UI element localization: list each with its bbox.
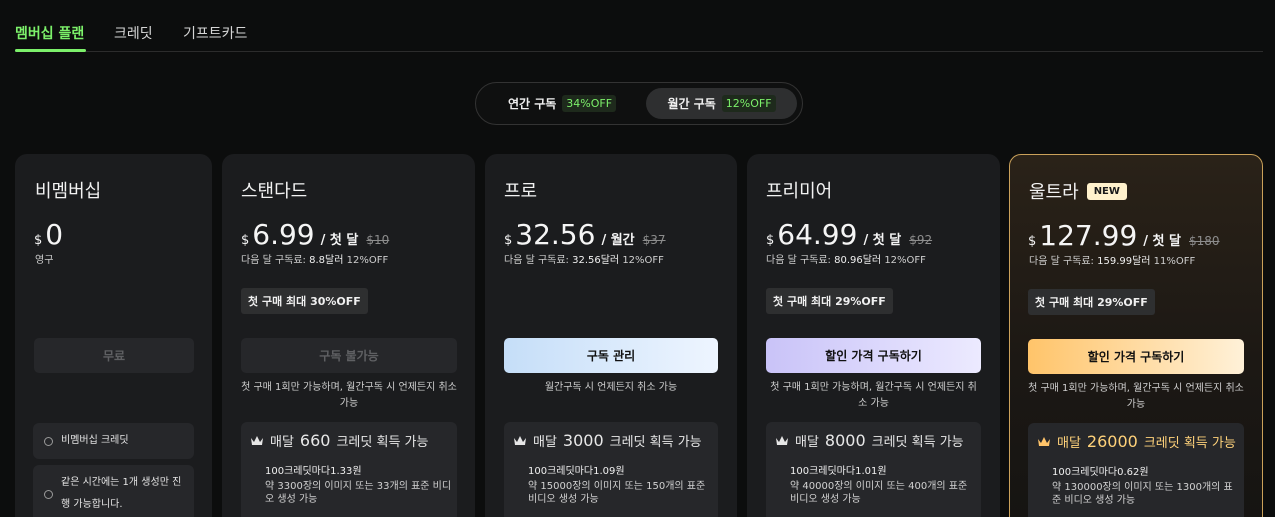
plan-card-pro: 프로 $ 32.56 / 월간 $37 다음 달 구독료: 32.56달러 12… — [485, 154, 737, 517]
price-period: / 첫 달 — [863, 233, 902, 248]
original-price: $10 — [366, 233, 390, 247]
price-amount: 127.99 — [1039, 219, 1138, 252]
plan-card-premier: 프리미어 $ 64.99 / 첫 달 $92 다음 달 구독료: 80.96달러… — [747, 154, 1000, 517]
subscribe-discount-button[interactable]: 할인 가격 구독하기 — [1028, 339, 1244, 374]
price-row: $ 6.99 / 첫 달 $10 — [241, 218, 389, 251]
price-amount: 6.99 — [252, 218, 315, 251]
credit-headline: 매달 660 크레딧 획득 가능 — [250, 431, 428, 450]
currency-symbol: $ — [766, 233, 775, 248]
yearly-discount-badge: 34%OFF — [562, 95, 617, 112]
credit-headline: 매달 26000 크레딧 획득 가능 — [1037, 432, 1236, 451]
bullet-circle-icon — [44, 437, 53, 446]
monthly-label: 월간 구독 — [667, 97, 716, 111]
next-month-price-note: 다음 달 구독료: 80.96달러 12%OFF — [766, 255, 926, 266]
tab-membership-plan[interactable]: 멤버십 플랜 — [15, 23, 84, 43]
credit-rate: 100크레딧마다1.33원 — [265, 466, 362, 477]
original-price: $180 — [1189, 234, 1220, 248]
cta-note: 첫 구매 1회만 가능하며, 월간구독 시 언제든지 취소 가능 — [1028, 383, 1244, 410]
credit-detail: 약 130000장의 이미지 또는 1300개의 표준 비디오 생성 가능 — [1052, 482, 1233, 506]
credit-info-box: 매달 3000 크레딧 획득 가능 100크레딧마다1.09원 약 15000장의 … — [504, 422, 718, 517]
plan-name: 울트라 — [1029, 182, 1079, 203]
feature-text: 같은 시간에는 1개 생성만 진행 가능합니다. — [61, 477, 182, 510]
currency-symbol: $ — [1028, 234, 1037, 249]
tab-gift-card[interactable]: 기프트카드 — [183, 23, 247, 43]
plan-card-ultra: 울트라 NEW $ 127.99 / 첫 달 $180 다음 달 구독료: 15… — [1009, 154, 1263, 517]
plan-card-standard: 스탠다드 $ 6.99 / 첫 달 $10 다음 달 구독료: 8.8달러 12… — [222, 154, 475, 517]
bullet-circle-icon — [44, 490, 53, 499]
feature-item: 같은 시간에는 1개 생성만 진행 가능합니다. — [33, 465, 194, 517]
subscribe-discount-button[interactable]: 할인 가격 구독하기 — [766, 338, 981, 373]
next-month-price-note: 다음 달 구독료: 8.8달러 12%OFF — [241, 255, 389, 266]
credit-rate: 100크레딧마다0.62원 — [1052, 467, 1149, 478]
yearly-subscription-option[interactable]: 연간 구독 34%OFF — [482, 88, 642, 119]
plan-name: 프로 — [504, 181, 538, 202]
credit-headline: 매달 8000 크레딧 획득 가능 — [775, 431, 964, 450]
price-amount: 64.99 — [777, 218, 858, 251]
credit-detail: 약 15000장의 이미지 또는 150개의 표준 비디오 생성 가능 — [528, 481, 706, 505]
price-period: / 첫 달 — [320, 233, 359, 248]
plan-tabs: 멤버십 플랜 크레딧 기프트카드 — [15, 0, 1263, 52]
price-row: $ 32.56 / 월간 $37 — [504, 218, 666, 251]
cta-note: 첫 구매 1회만 가능하며, 월간구독 시 언제든지 취소 가능 — [241, 382, 457, 409]
currency-symbol: $ — [241, 233, 250, 248]
promo-badge: 첫 구매 최대 29%OFF — [766, 288, 893, 314]
price-amount: 32.56 — [515, 218, 596, 251]
tab-credits[interactable]: 크레딧 — [114, 23, 153, 43]
currency-symbol: $ — [504, 233, 513, 248]
monthly-subscription-option[interactable]: 월간 구독 12%OFF — [646, 88, 797, 119]
cta-note: 월간구독 시 언제든지 취소 가능 — [544, 382, 678, 393]
credit-info-box: 매달 26000 크레딧 획득 가능 100크레딧마다0.62원 약 130000장… — [1028, 423, 1244, 517]
crown-icon — [1038, 436, 1050, 446]
price-row: $ 64.99 / 첫 달 $92 — [766, 218, 932, 251]
price-row: $ 127.99 / 첫 달 $180 — [1028, 219, 1220, 252]
plan-name: 비멤버십 — [35, 181, 102, 202]
subscribe-unavailable-button[interactable]: 구독 불가능 — [241, 338, 457, 373]
credit-info-box: 매달 8000 크레딧 획득 가능 100크레딧마다1.01원 약 40000장의 … — [766, 422, 981, 517]
manage-subscription-button[interactable]: 구독 관리 — [504, 338, 718, 373]
plan-name: 스탠다드 — [241, 181, 308, 202]
currency-symbol: $ — [34, 233, 43, 248]
feature-item: 비멤버십 크레딧 — [33, 423, 194, 459]
feature-text: 비멤버십 크레딧 — [61, 435, 129, 446]
price-row: $ 0 — [34, 218, 63, 251]
plan-title: 울트라 NEW — [1029, 178, 1127, 204]
active-tab-indicator — [15, 49, 86, 52]
crown-icon — [514, 435, 526, 445]
original-price: $92 — [909, 233, 933, 247]
billing-period-toggle: 연간 구독 34%OFF 월간 구독 12%OFF — [475, 82, 803, 125]
crown-icon — [251, 435, 263, 445]
yearly-label: 연간 구독 — [507, 97, 557, 111]
next-month-price-note: 다음 달 구독료: 32.56달러 12%OFF — [504, 255, 664, 266]
new-badge: NEW — [1086, 182, 1127, 200]
promo-badge: 첫 구매 최대 30%OFF — [241, 288, 368, 314]
price-period-note: 영구 — [35, 255, 54, 266]
plan-name: 프리미어 — [766, 181, 833, 202]
credit-detail: 약 40000장의 이미지 또는 400개의 표준 비디오 생성 가능 — [790, 481, 968, 505]
price-period: / 첫 달 — [1143, 234, 1181, 249]
credit-rate: 100크레딧마다1.01원 — [790, 466, 887, 477]
price-amount: 0 — [45, 218, 64, 251]
crown-icon — [776, 435, 788, 445]
credit-rate: 100크레딧마다1.09원 — [528, 466, 625, 477]
monthly-discount-badge: 12%OFF — [721, 95, 776, 112]
credit-headline: 매달 3000 크레딧 획득 가능 — [513, 431, 702, 450]
promo-badge: 첫 구매 최대 29%OFF — [1028, 289, 1155, 315]
free-button[interactable]: 무료 — [34, 338, 194, 373]
credit-info-box: 매달 660 크레딧 획득 가능 100크레딧마다1.33원 약 3300장의 이미… — [241, 422, 457, 517]
cta-note: 첫 구매 1회만 가능하며, 월간구독 시 언제든지 취소 가능 — [770, 382, 977, 409]
next-month-price-note: 다음 달 구독료: 159.99달러 11%OFF — [1029, 256, 1196, 267]
plan-card-free: 비멤버십 $ 0 영구 무료 비멤버십 크레딧 같은 시간에는 1개 생성만 진… — [15, 154, 212, 517]
credit-detail: 약 3300장의 이미지 또는 33개의 표준 비디오 생성 가능 — [265, 481, 452, 505]
original-price: $37 — [642, 233, 666, 247]
price-period: / 월간 — [601, 233, 635, 248]
